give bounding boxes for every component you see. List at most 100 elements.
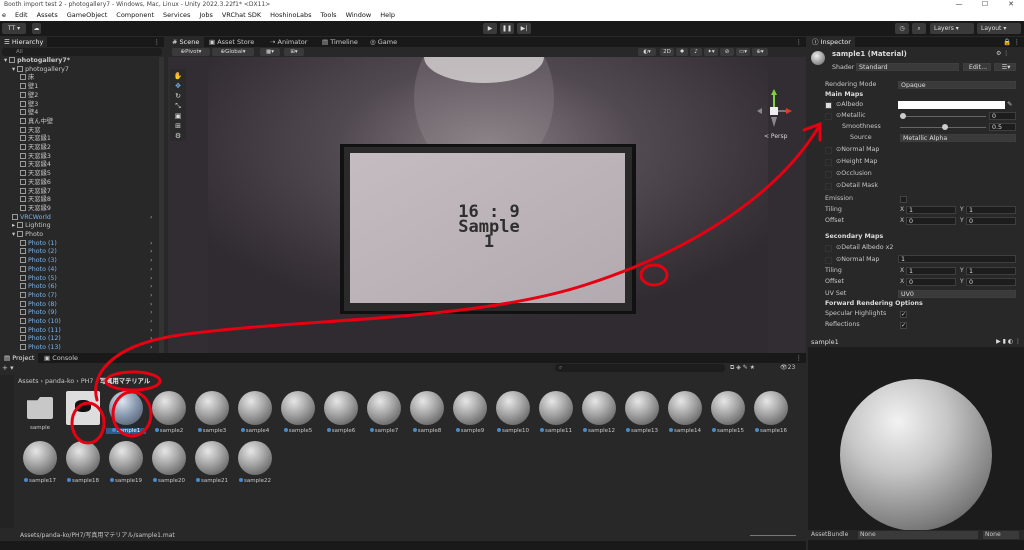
tab-project[interactable]: ▤ Project xyxy=(0,353,39,363)
shader-dropdown[interactable]: Standard xyxy=(856,63,959,71)
eyedropper-icon[interactable]: ✎ xyxy=(1007,100,1012,108)
metallic-value[interactable]: 0 xyxy=(989,112,1016,120)
hierarchy-search-input[interactable]: All xyxy=(2,48,162,56)
hierarchy-item[interactable]: Photo (6) › xyxy=(20,283,153,292)
create-button[interactable]: + ▾ xyxy=(2,364,14,372)
grid-snap-button[interactable]: ▦▾ xyxy=(260,48,280,56)
prefab-open-icon[interactable]: › xyxy=(150,335,153,344)
asset-item[interactable]: sample8 xyxy=(407,391,447,434)
hierarchy-item[interactable]: Photo (11) › xyxy=(20,326,153,336)
asset-item[interactable]: sample22 xyxy=(235,441,275,484)
tab-game[interactable]: ◎ Game xyxy=(366,37,401,47)
hierarchy-item[interactable]: Photo (2) › xyxy=(20,248,153,257)
history-icon[interactable]: ◷ xyxy=(895,23,909,34)
prefab-open-icon[interactable]: › xyxy=(150,257,153,266)
maximize-button[interactable]: ☐ xyxy=(972,0,998,9)
edit-shader-button[interactable]: Edit... xyxy=(963,63,991,71)
tab-scene[interactable]: # Scene xyxy=(168,37,204,47)
menu-item-4[interactable]: Component xyxy=(116,9,154,21)
normal-map-slot[interactable] xyxy=(825,147,832,154)
icon-size-slider[interactable] xyxy=(750,535,796,536)
hand-tool-icon[interactable]: ✋ xyxy=(171,71,185,81)
hierarchy-item[interactable]: Photo (5) › xyxy=(20,274,153,284)
asset-item[interactable]: sample xyxy=(20,391,60,431)
folder-tree-strip[interactable] xyxy=(0,375,14,528)
prefab-open-icon[interactable]: › xyxy=(150,309,153,318)
prefab-open-icon[interactable]: › xyxy=(150,283,153,292)
menu-item-9[interactable]: Tools xyxy=(321,9,337,21)
hierarchy-item[interactable]: 壁2 xyxy=(20,91,38,101)
asset-item[interactable]: sample1 xyxy=(106,391,146,434)
menu-item-8[interactable]: HoshinoLabs xyxy=(270,9,311,21)
asset-item[interactable]: sample14 xyxy=(665,391,705,434)
asset-item[interactable]: sample21 xyxy=(192,441,232,484)
project-filter-icons[interactable]: ⧉ ◈ ✎ ★ xyxy=(730,364,755,372)
emission-checkbox[interactable] xyxy=(900,196,907,203)
assetbundle-dropdown[interactable]: None xyxy=(858,531,978,539)
pivot-dropdown[interactable]: ⊕Pivot▾ xyxy=(172,48,210,56)
detail-mask-slot[interactable] xyxy=(825,183,832,190)
snap-increment-button[interactable]: ⊞▾ xyxy=(284,48,304,56)
asset-item[interactable]: sample6 xyxy=(321,391,361,434)
rect-tool-icon[interactable]: ▣ xyxy=(171,111,185,121)
offset-x-field[interactable]: 0 xyxy=(906,217,956,225)
menu-item-6[interactable]: Jobs xyxy=(199,9,212,21)
gizmos-dropdown[interactable]: ⊕▾ xyxy=(752,48,768,56)
menu-item-5[interactable]: Services xyxy=(163,9,190,21)
menu-item-3[interactable]: GameObject xyxy=(67,9,108,21)
rotate-tool-icon[interactable]: ↻ xyxy=(171,91,185,101)
breadcrumb-assets[interactable]: Assets xyxy=(18,378,39,385)
hierarchy-item[interactable]: Photo (12) › xyxy=(20,335,153,344)
cloud-icon[interactable]: ☁ xyxy=(32,23,41,34)
asset-item[interactable]: sample13 xyxy=(622,391,662,434)
custom-tool-icon[interactable]: ⚙ xyxy=(171,131,185,141)
tiling-y-field[interactable]: 1 xyxy=(966,206,1016,214)
hierarchy-item[interactable]: Photo (8) › xyxy=(20,300,153,310)
hierarchy-item[interactable]: ▸ Lighting xyxy=(12,222,51,231)
hierarchy-item[interactable]: ▾ photogallery7* xyxy=(4,57,70,66)
menu-item-11[interactable]: Help xyxy=(380,9,395,21)
minimize-button[interactable]: — xyxy=(946,0,972,9)
uv-set-dropdown[interactable]: UV0 xyxy=(898,290,1016,298)
normal-map2-field[interactable]: 1 xyxy=(898,255,1016,263)
asset-item[interactable]: sample12 xyxy=(579,391,619,434)
prefab-open-icon[interactable]: › xyxy=(150,248,153,257)
asset-item[interactable]: sample16 xyxy=(751,391,791,434)
shader-options-button[interactable]: ☰▾ xyxy=(994,63,1016,71)
menu-item-2[interactable]: Assets xyxy=(37,9,58,21)
panel-menu-icon[interactable]: ⋮ xyxy=(792,353,807,363)
move-tool-icon[interactable]: ✥ xyxy=(171,81,185,91)
scale-tool-icon[interactable]: ⤡ xyxy=(171,101,185,111)
play-button[interactable]: ▶ xyxy=(483,23,497,34)
tab-inspector[interactable]: ⓘ Inspector xyxy=(808,37,855,47)
project-search-input[interactable]: ⌕ xyxy=(555,364,725,372)
hierarchy-item[interactable]: 天窓 xyxy=(20,126,41,136)
prefab-open-icon[interactable]: › xyxy=(150,318,153,327)
menu-item-7[interactable]: VRChat SDK xyxy=(222,9,261,21)
close-button[interactable]: ✕ xyxy=(998,0,1024,9)
asset-item[interactable]: sample18 xyxy=(63,441,103,484)
asset-item[interactable] xyxy=(63,391,103,428)
tab-asset-store[interactable]: ▣ Asset Store xyxy=(205,37,258,47)
hierarchy-item[interactable]: 壁3 xyxy=(20,100,38,110)
asset-item[interactable]: sample11 xyxy=(536,391,576,434)
hidden-objects-icon[interactable]: ⊘ xyxy=(720,48,734,56)
hierarchy-item[interactable]: ▾ photogallery7 xyxy=(12,65,69,75)
layout-dropdown[interactable]: Layout ▾ xyxy=(977,23,1021,34)
asset-item[interactable]: sample5 xyxy=(278,391,318,434)
asset-item[interactable]: sample19 xyxy=(106,441,146,484)
hierarchy-item[interactable]: ▾ Photo xyxy=(12,231,43,240)
global-dropdown[interactable]: ⊕Global▾ xyxy=(212,48,254,56)
hierarchy-item[interactable]: Photo (9) › xyxy=(20,309,153,318)
menu-item-10[interactable]: Window xyxy=(346,9,372,21)
asset-item[interactable]: sample7 xyxy=(364,391,404,434)
hierarchy-item[interactable]: Photo (4) › xyxy=(20,265,153,275)
2d-toggle[interactable]: 2D xyxy=(660,48,674,56)
asset-item[interactable]: sample2 xyxy=(149,391,189,434)
metallic-slider-track[interactable] xyxy=(900,116,986,117)
menu-item-1[interactable]: Edit xyxy=(15,9,28,21)
preview-sphere[interactable] xyxy=(840,379,992,531)
hierarchy-item[interactable]: 天窓縁7 xyxy=(20,187,51,197)
hierarchy-scrollbar[interactable] xyxy=(159,57,164,353)
tiling2-x-field[interactable]: 1 xyxy=(906,267,956,275)
